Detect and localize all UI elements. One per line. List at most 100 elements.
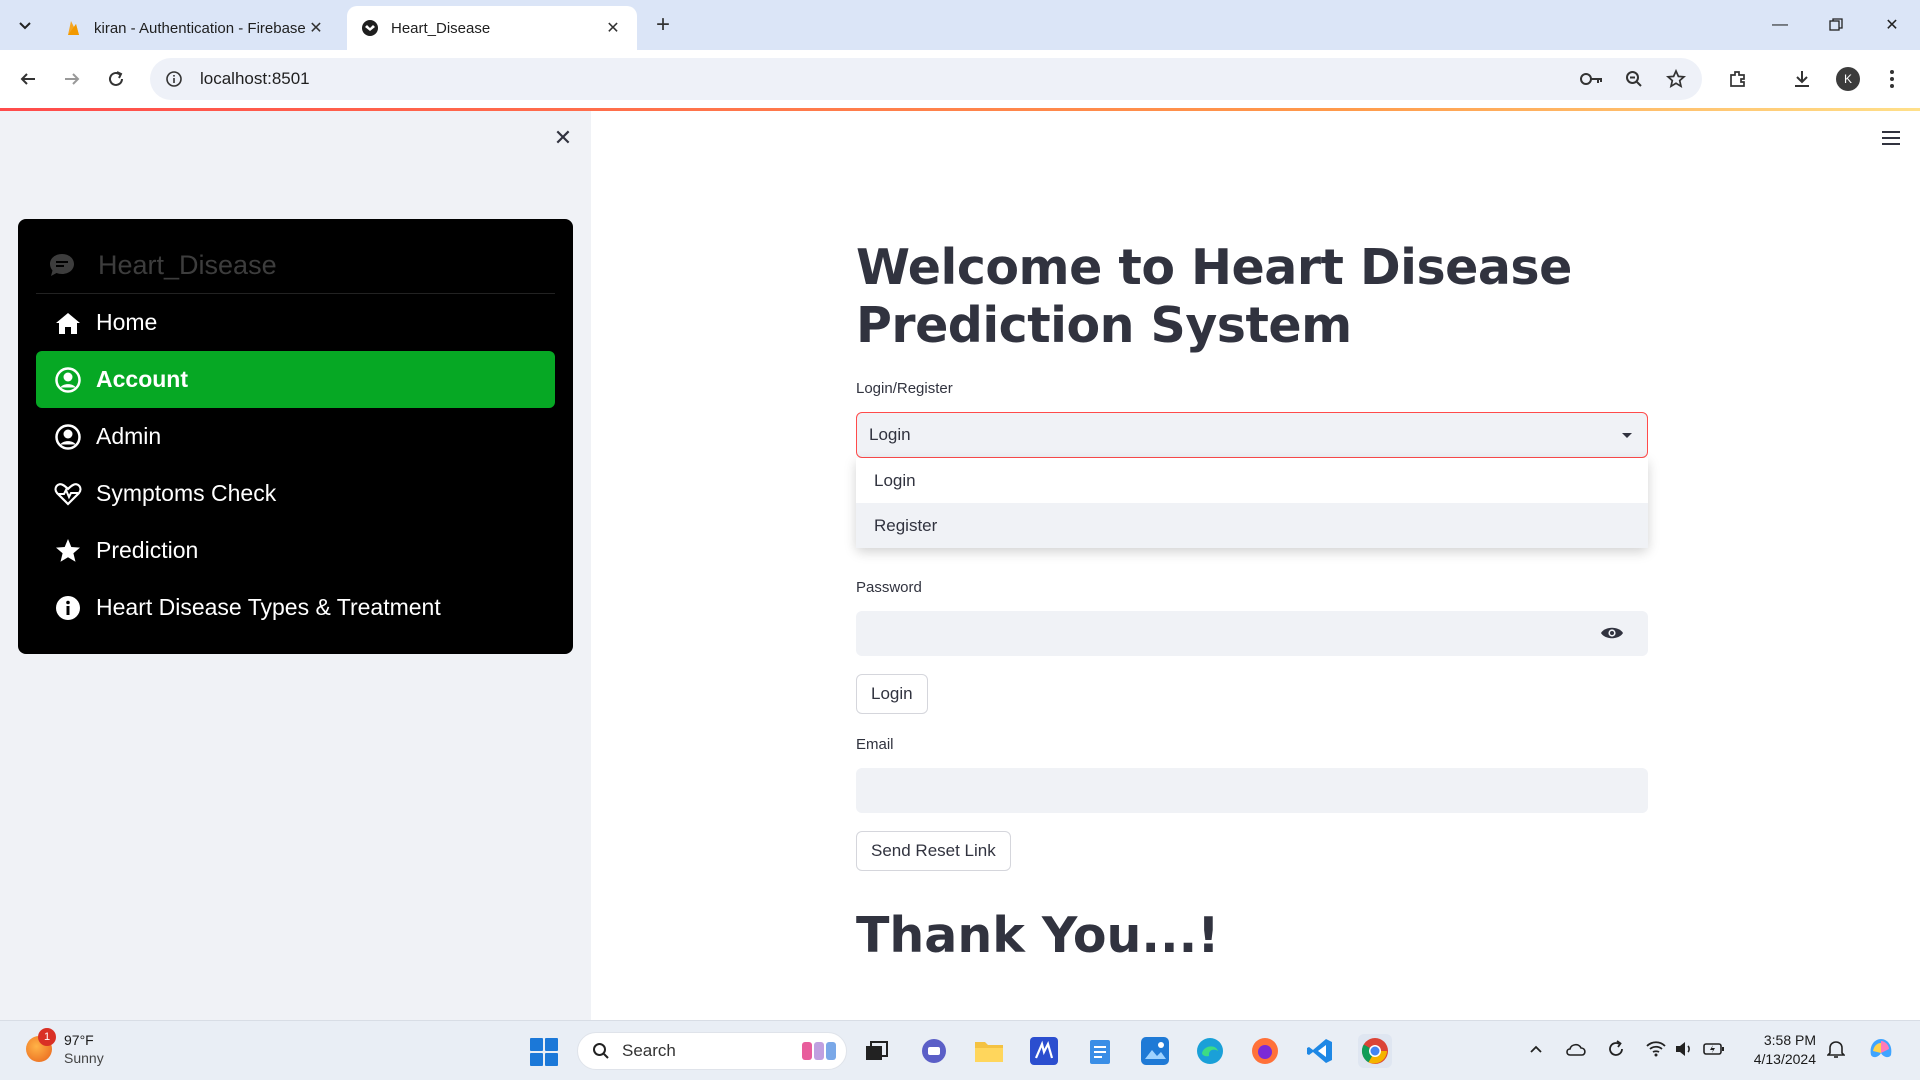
select-label: Login/Register bbox=[856, 380, 953, 397]
browser-tabstrip: kiran - Authentication - Firebase ✕ Hear… bbox=[0, 0, 1920, 50]
system-clock[interactable]: 3:58 PM 4/13/2024 bbox=[1740, 1031, 1816, 1069]
dropdown-option-login[interactable]: Login bbox=[856, 458, 1648, 503]
weather-text: 97°F Sunny bbox=[64, 1031, 104, 1067]
menu-title: Heart_Disease bbox=[98, 249, 277, 280]
teams-chat-icon[interactable] bbox=[917, 1034, 951, 1068]
address-bar[interactable]: localhost:8501 bbox=[150, 58, 1702, 100]
restore-icon[interactable] bbox=[1808, 0, 1864, 50]
vscode-icon[interactable] bbox=[1303, 1034, 1337, 1068]
bookmark-star-icon[interactable] bbox=[1660, 63, 1692, 95]
back-arrow-icon[interactable] bbox=[12, 63, 44, 95]
weather-widget[interactable]: 1 97°F Sunny bbox=[26, 1028, 104, 1067]
house-icon bbox=[54, 309, 82, 337]
page-title: Welcome to Heart Disease Prediction Syst… bbox=[856, 239, 1572, 354]
battery-icon[interactable] bbox=[1702, 1037, 1726, 1061]
sidebar-item-label: Heart Disease Types & Treatment bbox=[96, 594, 441, 620]
chrome-icon[interactable] bbox=[1358, 1034, 1392, 1068]
reload-icon[interactable] bbox=[100, 63, 132, 95]
zoom-icon[interactable] bbox=[1618, 63, 1650, 95]
person-circle-icon bbox=[54, 366, 82, 394]
tab-firebase[interactable]: kiran - Authentication - Firebase ✕ bbox=[50, 6, 340, 50]
more-menu-icon[interactable] bbox=[1876, 63, 1908, 95]
login-button[interactable]: Login bbox=[856, 674, 928, 714]
close-icon[interactable]: ✕ bbox=[552, 125, 574, 150]
photos-icon[interactable] bbox=[1138, 1034, 1172, 1068]
close-icon[interactable]: ✕ bbox=[603, 18, 623, 38]
caret-down-icon bbox=[1622, 433, 1632, 438]
url-text: localhost:8501 bbox=[200, 69, 310, 88]
volume-icon[interactable] bbox=[1672, 1037, 1696, 1061]
send-reset-link-button[interactable]: Send Reset Link bbox=[856, 831, 1011, 871]
sidebar-item-label: Home bbox=[96, 309, 158, 335]
email-label: Email bbox=[856, 736, 894, 753]
minimize-icon[interactable]: — bbox=[1752, 0, 1808, 50]
task-view-icon[interactable] bbox=[860, 1034, 894, 1068]
sidebar-item-symptoms-check[interactable]: Symptoms Check bbox=[36, 465, 555, 522]
weather-desc: Sunny bbox=[64, 1050, 104, 1066]
email-field[interactable] bbox=[856, 768, 1648, 813]
tab-heart-disease[interactable]: Heart_Disease ✕ bbox=[347, 6, 637, 50]
notification-bell-icon[interactable] bbox=[1824, 1037, 1848, 1061]
sidebar-item-home[interactable]: Home bbox=[36, 294, 555, 351]
notification-badge: 1 bbox=[38, 1028, 56, 1046]
password-label: Password bbox=[856, 579, 922, 596]
password-field[interactable] bbox=[856, 611, 1648, 656]
editor-app-icon[interactable] bbox=[1027, 1034, 1061, 1068]
avatar-initial: K bbox=[1836, 67, 1860, 91]
sidebar-item-label: Symptoms Check bbox=[96, 480, 277, 506]
browser-toolbar: localhost:8501 K bbox=[0, 50, 1920, 108]
notepad-icon[interactable] bbox=[1083, 1034, 1117, 1068]
windows-taskbar: 1 97°F Sunny Search 3:58 PM 4/13/2024 bbox=[0, 1020, 1920, 1080]
file-explorer-icon[interactable] bbox=[972, 1034, 1006, 1068]
weather-temp: 97°F bbox=[64, 1032, 94, 1048]
window-controls: — ✕ bbox=[1752, 0, 1920, 50]
thank-you-heading: Thank You...! bbox=[856, 907, 1220, 964]
close-icon[interactable]: ✕ bbox=[306, 18, 326, 38]
new-tab-button[interactable]: + bbox=[648, 10, 678, 40]
search-placeholder: Search bbox=[622, 1041, 676, 1060]
search-icon bbox=[592, 1042, 610, 1060]
tab-title: kiran - Authentication - Firebase bbox=[94, 19, 306, 37]
taskbar-search[interactable]: Search bbox=[577, 1032, 847, 1070]
clock-date: 4/13/2024 bbox=[1753, 1051, 1816, 1067]
windows-start-icon[interactable] bbox=[530, 1038, 558, 1066]
info-circle-icon bbox=[54, 594, 82, 622]
heart-pulse-icon bbox=[54, 480, 82, 508]
address-bar-actions bbox=[1576, 58, 1692, 100]
forward-arrow-icon[interactable] bbox=[56, 63, 88, 95]
dropdown-option-register[interactable]: Register bbox=[856, 503, 1648, 548]
search-highlight-icon bbox=[802, 1042, 836, 1060]
person-circle-icon bbox=[54, 423, 82, 451]
chevron-down-icon bbox=[19, 22, 31, 30]
star-icon bbox=[54, 537, 82, 565]
sidebar-item-label: Account bbox=[96, 366, 188, 392]
login-register-select[interactable]: Login bbox=[856, 412, 1648, 458]
sidebar-item-heart-disease-types[interactable]: Heart Disease Types & Treatment bbox=[36, 579, 555, 636]
clock-time: 3:58 PM bbox=[1763, 1032, 1816, 1048]
extensions-icon[interactable] bbox=[1722, 63, 1754, 95]
chevron-up-icon[interactable] bbox=[1524, 1037, 1548, 1061]
profile-avatar[interactable]: K bbox=[1832, 63, 1864, 95]
main-content: Welcome to Heart Disease Prediction Syst… bbox=[591, 111, 1920, 1020]
tab-search-button[interactable] bbox=[10, 10, 40, 40]
onedrive-cloud-icon[interactable] bbox=[1564, 1037, 1588, 1061]
sidebar-item-prediction[interactable]: Prediction bbox=[36, 522, 555, 579]
chat-icon bbox=[48, 251, 76, 279]
download-icon[interactable] bbox=[1786, 63, 1818, 95]
copilot-icon[interactable] bbox=[1866, 1034, 1896, 1064]
sidebar-item-admin[interactable]: Admin bbox=[36, 408, 555, 465]
sync-icon[interactable] bbox=[1604, 1037, 1628, 1061]
password-key-icon[interactable] bbox=[1576, 63, 1608, 95]
sun-icon: 1 bbox=[26, 1028, 56, 1062]
edge-icon[interactable] bbox=[1193, 1034, 1227, 1068]
option-menu: Heart_Disease Home Account Admin Symptom… bbox=[18, 219, 573, 654]
wifi-icon[interactable] bbox=[1644, 1037, 1668, 1061]
close-window-icon[interactable]: ✕ bbox=[1864, 0, 1920, 50]
menu-header: Heart_Disease bbox=[36, 237, 555, 294]
hamburger-menu-icon[interactable] bbox=[1880, 129, 1902, 147]
site-info-icon[interactable] bbox=[162, 67, 186, 91]
firefox-icon[interactable] bbox=[1248, 1034, 1282, 1068]
select-value: Login bbox=[869, 425, 911, 444]
eye-icon[interactable] bbox=[1600, 623, 1624, 643]
sidebar-item-account[interactable]: Account bbox=[36, 351, 555, 408]
